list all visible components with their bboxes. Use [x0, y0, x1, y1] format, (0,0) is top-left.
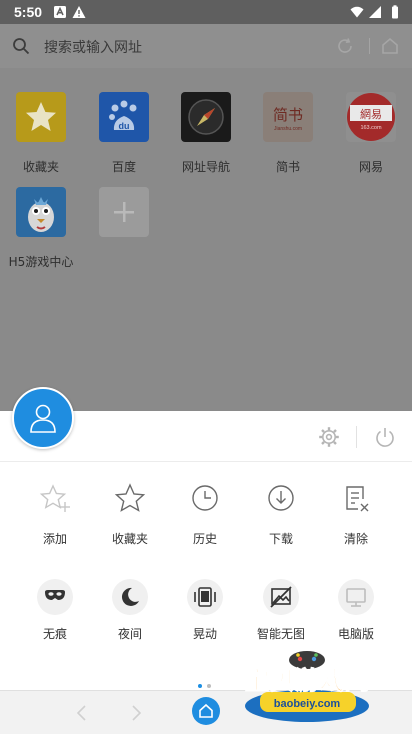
speed-dial-netease[interactable]: 網易 163.com 网易: [330, 92, 412, 192]
divider: [356, 426, 357, 448]
speed-dial-jianshu[interactable]: 简书 Jianshu.com 简书: [247, 92, 329, 192]
power-icon[interactable]: [373, 425, 397, 449]
desktop-icon: [338, 579, 374, 615]
svg-text:简书: 简书: [273, 106, 303, 124]
star-outline-icon: [114, 483, 146, 512]
menu-history[interactable]: 历史: [170, 482, 240, 547]
address-bar[interactable]: 搜索或输入网址: [0, 24, 412, 68]
menu-favorites[interactable]: 收藏夹: [95, 482, 165, 547]
svg-text:網易: 網易: [360, 107, 382, 121]
svg-text:baobeiy.com: baobeiy.com: [274, 698, 341, 710]
add-bookmark-icon: [39, 484, 70, 512]
netease-icon: 網易 163.com: [346, 92, 396, 142]
menu-shake[interactable]: 晃动: [170, 579, 240, 642]
svg-text:Jianshu.com: Jianshu.com: [274, 126, 302, 132]
refresh-icon[interactable]: [336, 37, 354, 55]
compass-icon: [181, 92, 231, 142]
page-dot-active: [198, 684, 202, 688]
svg-text:163.com: 163.com: [360, 125, 382, 131]
menu-no-image[interactable]: 智能无图: [246, 579, 316, 642]
user-avatar[interactable]: [12, 387, 74, 449]
home-button[interactable]: [192, 697, 220, 725]
baidu-icon: du: [99, 92, 149, 142]
speed-dial-favorites[interactable]: 收藏夹: [0, 92, 82, 192]
incognito-mask-icon: [37, 579, 73, 615]
svg-text:du: du: [119, 121, 130, 131]
svg-text:宝贝游戏网: 宝贝游戏网: [244, 666, 369, 695]
menu-desktop-mode[interactable]: 电脑版: [321, 579, 391, 642]
battery-icon: [392, 5, 398, 19]
menu-downloads[interactable]: 下载: [246, 482, 316, 547]
back-icon[interactable]: [74, 703, 90, 723]
search-icon: [13, 38, 30, 55]
download-icon: [268, 485, 294, 511]
no-image-icon: [263, 579, 299, 615]
home-icon[interactable]: [380, 36, 400, 56]
speed-dial-navigation[interactable]: 网址导航: [165, 92, 247, 192]
add-icon: [99, 187, 149, 237]
signal-icon: [369, 6, 381, 18]
forward-icon[interactable]: [128, 703, 144, 723]
menu-clear[interactable]: 清除: [321, 482, 391, 547]
home-icon: [199, 703, 213, 718]
star-icon: [16, 92, 66, 142]
clock-icon: [192, 485, 218, 511]
shake-phone-icon: [187, 579, 223, 615]
user-icon: [30, 404, 56, 433]
speed-dial-h5-games[interactable]: H5游戏中心: [0, 187, 82, 287]
search-input[interactable]: 搜索或输入网址: [44, 37, 142, 57]
speed-dial-add[interactable]: [83, 187, 165, 287]
wifi-icon: [350, 6, 364, 18]
status-bar: 5:50: [0, 0, 412, 24]
menu-night-mode[interactable]: 夜间: [95, 579, 165, 642]
status-time: 5:50: [14, 4, 43, 20]
site-watermark: baobeiy.com 宝贝游戏网: [244, 651, 370, 722]
page-dot: [207, 684, 211, 688]
clear-icon: [346, 486, 369, 512]
menu-incognito[interactable]: 无痕: [20, 579, 90, 642]
warning-icon: [72, 6, 86, 18]
app-notification-icon: [54, 6, 66, 18]
gear-icon[interactable]: [318, 426, 340, 448]
moon-icon: [112, 579, 148, 615]
divider: [369, 38, 370, 54]
jianshu-icon: 简书 Jianshu.com: [263, 92, 313, 142]
speed-dial-baidu[interactable]: du 百度: [83, 92, 165, 192]
menu-add-bookmark[interactable]: 添加: [20, 482, 90, 547]
game-mascot-icon: [16, 187, 66, 237]
